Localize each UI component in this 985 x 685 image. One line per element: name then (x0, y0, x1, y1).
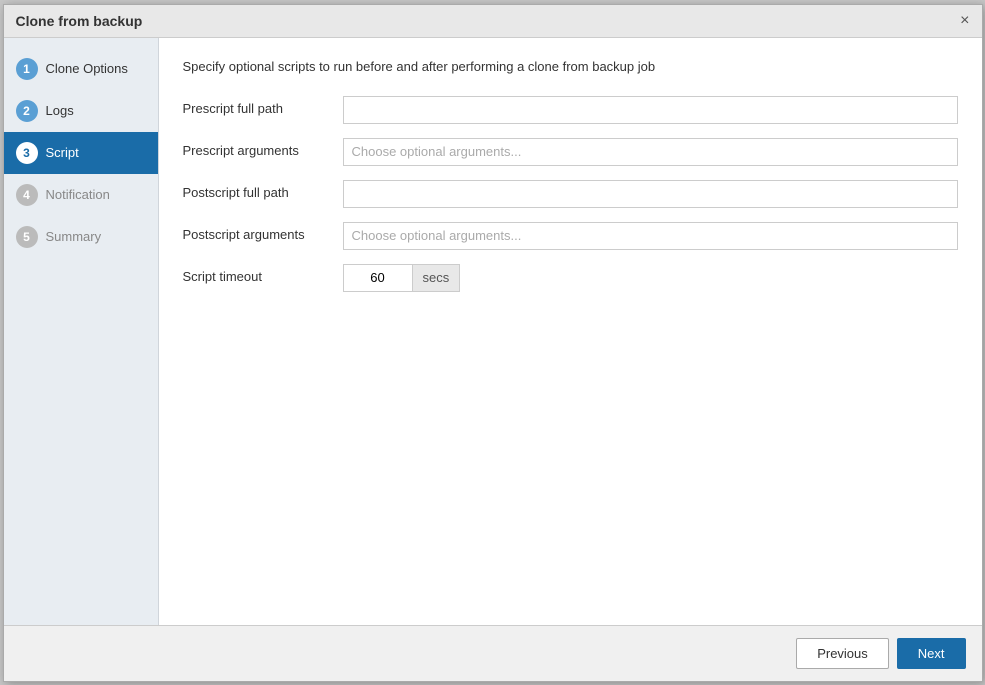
prescript-full-path-input[interactable] (343, 96, 958, 124)
prescript-full-path-row: Prescript full path (183, 96, 958, 124)
prescript-arguments-input[interactable] (343, 138, 958, 166)
step-badge-3: 3 (16, 142, 38, 164)
sidebar-item-label: Script (46, 145, 79, 160)
dialog-titlebar: Clone from backup × (4, 5, 982, 38)
postscript-arguments-label: Postscript arguments (183, 227, 343, 244)
sidebar-item-label: Clone Options (46, 61, 128, 76)
dialog-footer: Previous Next (4, 625, 982, 681)
dialog-body: 1 Clone Options 2 Logs 3 Script 4 Notifi… (4, 38, 982, 625)
timeout-unit: secs (413, 264, 461, 292)
main-content: Specify optional scripts to run before a… (159, 38, 982, 625)
section-description: Specify optional scripts to run before a… (183, 58, 958, 76)
sidebar-item-label: Logs (46, 103, 74, 118)
prescript-arguments-label: Prescript arguments (183, 143, 343, 160)
timeout-controls: secs (343, 264, 461, 292)
clone-from-backup-dialog: Clone from backup × 1 Clone Options 2 Lo… (3, 4, 983, 682)
script-timeout-input[interactable] (343, 264, 413, 292)
sidebar-item-script[interactable]: 3 Script (4, 132, 158, 174)
postscript-arguments-input[interactable] (343, 222, 958, 250)
script-timeout-row: Script timeout secs (183, 264, 958, 292)
postscript-full-path-row: Postscript full path (183, 180, 958, 208)
step-badge-2: 2 (16, 100, 38, 122)
prescript-full-path-label: Prescript full path (183, 101, 343, 118)
sidebar-item-notification[interactable]: 4 Notification (4, 174, 158, 216)
next-button[interactable]: Next (897, 638, 966, 669)
sidebar-item-clone-options[interactable]: 1 Clone Options (4, 48, 158, 90)
previous-button[interactable]: Previous (796, 638, 889, 669)
postscript-full-path-label: Postscript full path (183, 185, 343, 202)
step-badge-1: 1 (16, 58, 38, 80)
sidebar-item-logs[interactable]: 2 Logs (4, 90, 158, 132)
step-badge-4: 4 (16, 184, 38, 206)
close-button[interactable]: × (960, 13, 969, 29)
dialog-title: Clone from backup (16, 13, 143, 29)
sidebar: 1 Clone Options 2 Logs 3 Script 4 Notifi… (4, 38, 159, 625)
sidebar-item-label: Notification (46, 187, 110, 202)
postscript-full-path-input[interactable] (343, 180, 958, 208)
prescript-arguments-row: Prescript arguments (183, 138, 958, 166)
script-timeout-label: Script timeout (183, 269, 343, 286)
sidebar-item-summary[interactable]: 5 Summary (4, 216, 158, 258)
postscript-arguments-row: Postscript arguments (183, 222, 958, 250)
step-badge-5: 5 (16, 226, 38, 248)
sidebar-item-label: Summary (46, 229, 102, 244)
